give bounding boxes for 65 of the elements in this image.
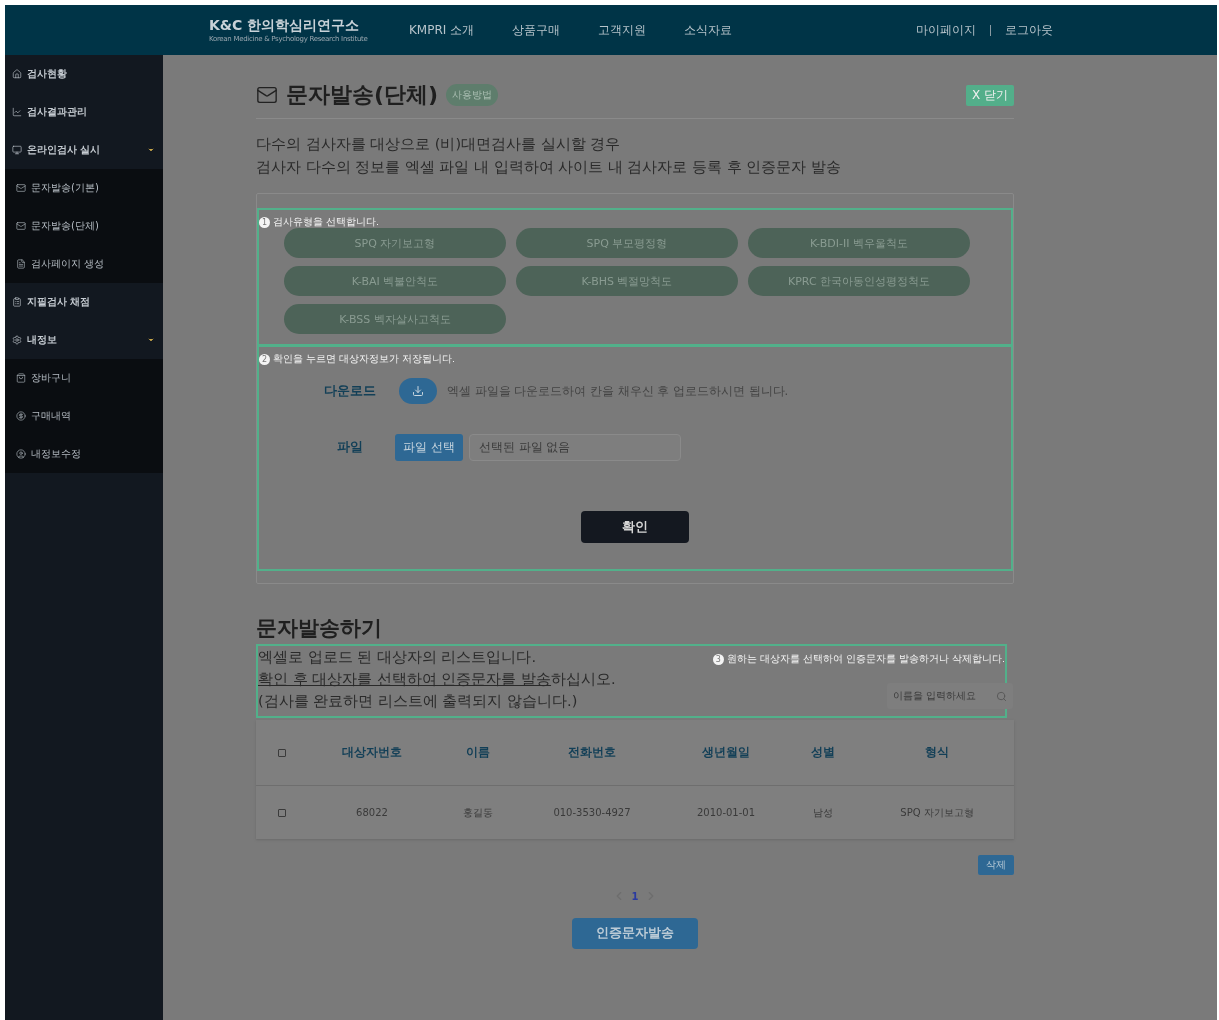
intro-text: 검사자 다수의 정보를 엑셀 파일 내 입력하여 사이트 내 검사자로 등록 후 인증문자 발송 [256, 158, 842, 177]
nav-link[interactable]: 상품구매 [512, 21, 561, 39]
sidebar-subitem[interactable]: 문자발송(기본) [5, 169, 163, 207]
sidebar-item[interactable]: 온라인검사 실시 [5, 131, 163, 169]
download-icon [412, 385, 424, 397]
table-cell-text: 홍길동 [462, 805, 494, 820]
intro-text: 다수의 검사자를 대상으로 (비)대면검사를 실시할 경우 [256, 135, 622, 154]
download-button[interactable] [399, 378, 437, 404]
sidebar-subitem[interactable]: 문자발송(단체) [5, 207, 163, 245]
caret-icon [147, 336, 155, 344]
logo-title[interactable]: K&C 한의학심리연구소 [209, 17, 409, 35]
sidebar-item[interactable]: 검사현황 [5, 55, 163, 93]
user-link[interactable]: 로그아웃 [1005, 21, 1054, 39]
chart-icon [12, 107, 22, 117]
table-cell-text: 남성 [812, 805, 834, 820]
column-header: 대상자번호 [341, 745, 403, 760]
sidebar-item[interactable]: 검사결과관리 [5, 93, 163, 131]
checkbox[interactable] [278, 808, 286, 817]
monitor-icon [12, 145, 22, 155]
file-select-button[interactable]: 파일 선택 [395, 434, 463, 461]
nav-link[interactable]: 고객지원 [598, 21, 647, 39]
user-icon [16, 449, 26, 459]
sidebar-item[interactable]: 내정보 [5, 321, 163, 359]
column-header: 생년월일 [701, 745, 751, 760]
sidebar-subitem[interactable]: 장바구니 [5, 359, 163, 397]
home-icon [12, 69, 22, 79]
mail-icon [16, 183, 26, 193]
sidebar-subitem[interactable]: 검사페이지 생성 [5, 245, 163, 283]
confirm-button[interactable]: 확인 [581, 511, 689, 543]
mail-icon [256, 84, 278, 106]
settings-icon [12, 335, 22, 345]
column-header: 형식 [924, 745, 950, 760]
step-hint: 3 원하는 대상자를 선택하여 인증문자를 발송하거나 삭제합니다. [712, 653, 1005, 666]
user-link[interactable]: 마이페이지 [916, 21, 977, 39]
description-text: (검사를 완료하면 리스트에 출력되지 않습니다.) [258, 692, 579, 711]
step-hint: 1 검사유형을 선택합니다. [259, 216, 380, 229]
coin-icon [16, 411, 26, 421]
file-label: 파일 [336, 439, 364, 456]
sidebar-subitem[interactable]: 구매내역 [5, 397, 163, 435]
description-text: 엑셀로 업로드 된 대상자의 리스트입니다. [258, 648, 538, 667]
step-hint: 2 확인을 누르면 대상자정보가 저장됩니다. [259, 353, 456, 366]
section-title: 문자발송하기 [256, 615, 383, 642]
mail-icon [16, 221, 26, 231]
download-label: 다운로드 [323, 382, 377, 400]
nav-link[interactable]: 소식자료 [684, 21, 733, 39]
column-header: 전화번호 [567, 745, 617, 760]
clipboard-icon [12, 297, 22, 307]
nav-link[interactable]: KMPRI 소개 [409, 21, 475, 39]
send-button[interactable]: 인증문자발송 [572, 918, 698, 949]
table-cell-text: 68022 [355, 807, 389, 818]
sidebar-item[interactable]: 지필검사 채점 [5, 283, 163, 321]
column-header: 성별 [810, 745, 836, 760]
checkbox[interactable] [278, 748, 286, 757]
caret-icon [147, 146, 155, 154]
sidebar-subitem[interactable]: 내정보수정 [5, 435, 163, 473]
table-cell-text: SPQ 자기보고형 [899, 805, 975, 820]
page-title: 문자발송(단체) [286, 81, 439, 109]
table-cell-text: 010-3530-4927 [552, 807, 632, 818]
column-header: 이름 [465, 745, 491, 760]
document-icon [16, 259, 26, 269]
table-cell-text: 2010-01-01 [695, 807, 757, 818]
description-text: 확인 후 대상자를 선택하여 인증문자를 발송하십시오. [258, 670, 616, 689]
delete-button[interactable]: 삭제 [978, 855, 1014, 875]
bag-icon [16, 373, 26, 383]
search-icon [996, 690, 1007, 702]
